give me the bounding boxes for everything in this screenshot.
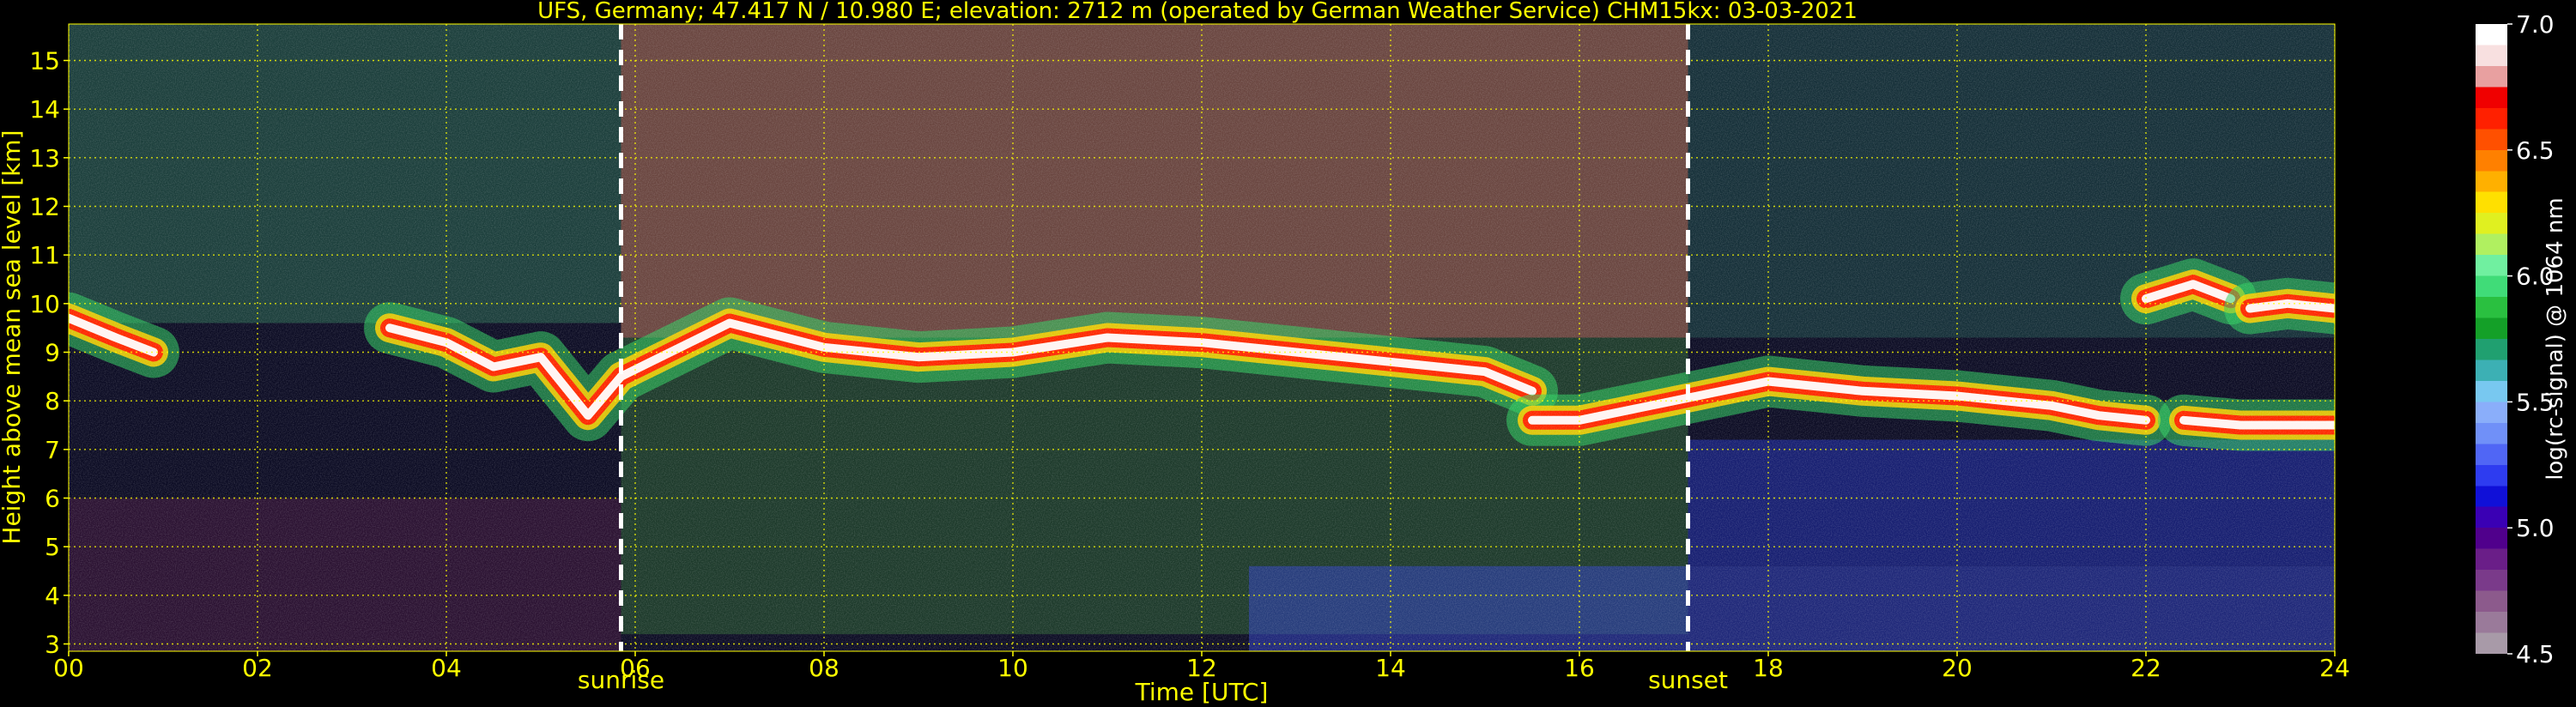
y-axis: 3 4 5 6 7 8 9 10 11 12 13 14 15 <box>29 47 69 659</box>
x-tick-label: 22 <box>2131 654 2161 682</box>
x-tick-label: 16 <box>1564 654 1595 682</box>
colorbar: 4.55.05.56.06.57.0 log(rc-signal) @ 1064… <box>2476 10 2568 668</box>
y-tick-label: 11 <box>29 241 60 269</box>
x-axis-label: Time [UTC] <box>1135 678 1269 706</box>
y-tick-label: 6 <box>45 485 60 513</box>
y-tick-label: 5 <box>45 533 60 561</box>
y-tick-label: 4 <box>45 582 60 610</box>
colorbar-label: log(rc-signal) @ 1064 nm <box>2543 197 2568 480</box>
x-tick-label: 08 <box>809 654 839 682</box>
y-tick-label: 13 <box>29 144 60 172</box>
x-tick-label: 10 <box>997 654 1028 682</box>
lidar-chart: UFS, Germany; 47.417 N / 10.980 E; eleva… <box>0 0 2568 706</box>
colorbar-tick-label: 5.0 <box>2516 514 2555 542</box>
x-tick-label: 20 <box>1942 654 1973 682</box>
x-tick-label: 02 <box>242 654 273 682</box>
x-tick-label: 14 <box>1375 654 1406 682</box>
chart-title: UFS, Germany; 47.417 N / 10.980 E; eleva… <box>537 0 1858 24</box>
y-axis-label: Height above mean sea level [km] <box>0 130 26 544</box>
x-tick-label: 24 <box>2319 654 2350 682</box>
y-tick-label: 12 <box>29 193 60 221</box>
y-tick-label: 7 <box>45 436 60 464</box>
colorbar-tick-label: 7.0 <box>2516 10 2555 39</box>
y-tick-label: 3 <box>45 631 60 659</box>
y-tick-label: 8 <box>45 387 60 415</box>
colorbar-scale <box>2476 24 2507 654</box>
y-tick-label: 10 <box>29 290 60 318</box>
colorbar-tick-label: 4.5 <box>2516 640 2555 668</box>
plot-area <box>69 24 2335 651</box>
x-tick-label: 04 <box>431 654 462 682</box>
sunrise-label: sunrise <box>578 666 664 694</box>
x-tick-label: 18 <box>1753 654 1784 682</box>
colorbar-tick-label: 6.5 <box>2516 136 2555 165</box>
y-tick-label: 9 <box>45 339 60 367</box>
y-tick-label: 15 <box>29 47 60 76</box>
sunset-label: sunset <box>1648 666 1728 694</box>
y-tick-label: 14 <box>29 95 60 124</box>
